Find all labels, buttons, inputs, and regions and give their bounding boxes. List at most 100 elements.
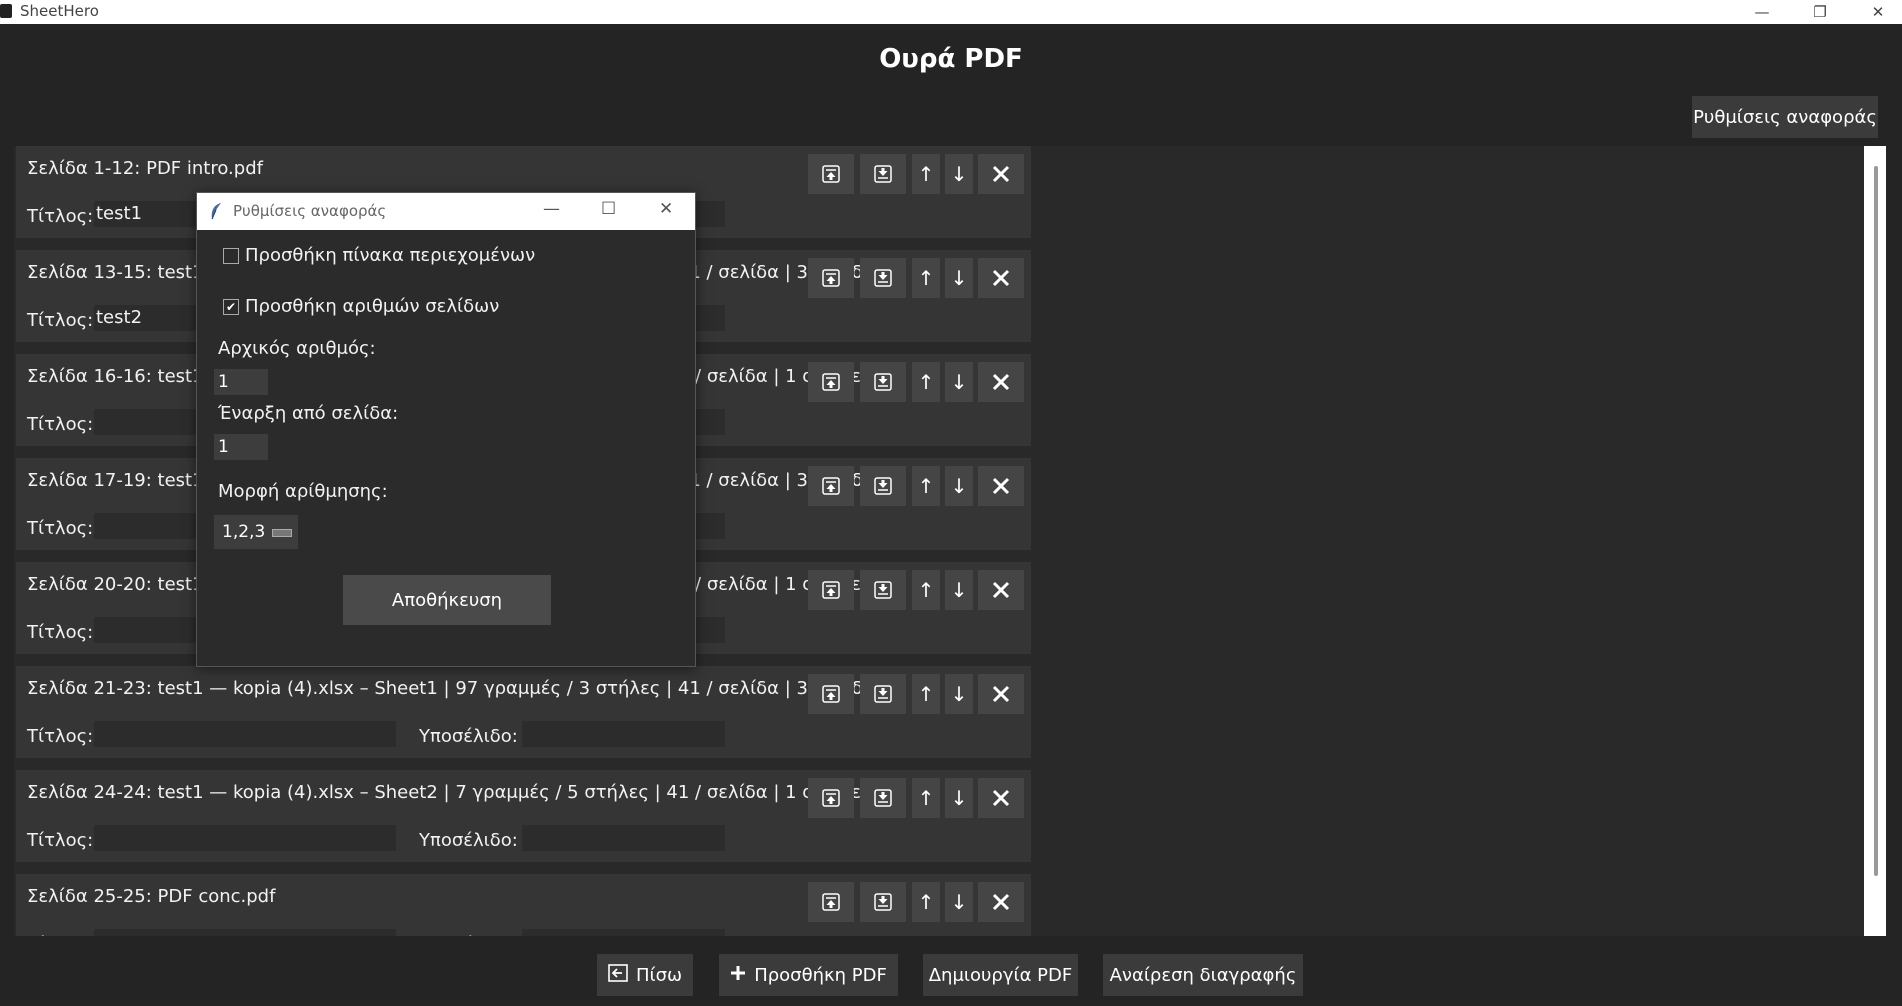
move-to-bottom-icon bbox=[874, 477, 892, 495]
move-to-top-icon bbox=[822, 269, 840, 287]
move-to-top-button[interactable] bbox=[808, 258, 854, 298]
move-up-button[interactable]: ↑ bbox=[912, 674, 940, 714]
subtitle-label: Υποσέλιδο: bbox=[419, 726, 518, 747]
app-icon bbox=[0, 4, 12, 18]
remove-button[interactable] bbox=[978, 466, 1024, 506]
report-settings-button[interactable]: Ρυθμίσεις αναφοράς bbox=[1692, 96, 1878, 138]
add-pdf-label: Προσθήκη PDF bbox=[754, 964, 887, 986]
remove-button[interactable] bbox=[978, 154, 1024, 194]
move-to-bottom-icon bbox=[874, 893, 892, 911]
move-to-top-icon bbox=[822, 373, 840, 391]
move-up-button[interactable]: ↑ bbox=[912, 882, 940, 922]
title-input[interactable] bbox=[94, 721, 396, 747]
move-to-top-icon bbox=[822, 893, 840, 911]
dialog-close-button[interactable]: ✕ bbox=[659, 199, 673, 219]
dropdown-icon bbox=[272, 529, 292, 537]
move-to-bottom-icon bbox=[874, 581, 892, 599]
move-down-button[interactable]: ↓ bbox=[945, 674, 973, 714]
move-to-bottom-button[interactable] bbox=[860, 674, 906, 714]
remove-button[interactable] bbox=[978, 674, 1024, 714]
move-up-button[interactable]: ↑ bbox=[912, 778, 940, 818]
move-to-top-button[interactable] bbox=[808, 466, 854, 506]
toc-checkbox[interactable] bbox=[223, 248, 239, 264]
title-input[interactable] bbox=[94, 929, 396, 936]
feather-icon bbox=[209, 202, 223, 224]
move-to-bottom-button[interactable] bbox=[860, 362, 906, 402]
start-page-input[interactable]: 1 bbox=[214, 434, 268, 460]
move-up-button[interactable]: ↑ bbox=[912, 570, 940, 610]
close-icon bbox=[992, 373, 1010, 391]
title-label: Τίτλος: bbox=[27, 518, 94, 539]
move-to-top-icon bbox=[822, 789, 840, 807]
move-to-top-icon bbox=[822, 685, 840, 703]
remove-button[interactable] bbox=[978, 882, 1024, 922]
back-button[interactable]: Πίσω bbox=[597, 954, 693, 996]
move-up-button[interactable]: ↑ bbox=[912, 466, 940, 506]
title-label: Τίτλος: bbox=[27, 414, 94, 435]
move-up-button[interactable]: ↑ bbox=[912, 362, 940, 402]
move-to-bottom-button[interactable] bbox=[860, 154, 906, 194]
move-down-button[interactable]: ↓ bbox=[945, 570, 973, 610]
page-title: Ουρά PDF bbox=[879, 44, 1023, 74]
move-to-bottom-button[interactable] bbox=[860, 258, 906, 298]
close-icon bbox=[992, 685, 1010, 703]
close-icon bbox=[992, 165, 1010, 183]
move-down-button[interactable]: ↓ bbox=[945, 882, 973, 922]
remove-button[interactable] bbox=[978, 362, 1024, 402]
subtitle-input[interactable] bbox=[522, 825, 725, 851]
move-to-bottom-button[interactable] bbox=[860, 570, 906, 610]
item-description: Σελίδα 25-25: PDF conc.pdf bbox=[27, 886, 276, 907]
move-down-button[interactable]: ↓ bbox=[945, 258, 973, 298]
move-to-top-button[interactable] bbox=[808, 674, 854, 714]
dialog-maximize-button[interactable]: ☐ bbox=[601, 199, 616, 219]
back-arrow-icon bbox=[608, 963, 628, 987]
move-to-bottom-button[interactable] bbox=[860, 466, 906, 506]
numbering-format-label: Μορφή αρίθμησης: bbox=[218, 481, 388, 502]
save-button[interactable]: Αποθήκευση bbox=[343, 575, 551, 625]
numbering-format-select[interactable]: 1,2,3 bbox=[214, 515, 298, 549]
item-description: Σελίδα 21-23: test1 — kopia (4).xlsx – S… bbox=[27, 678, 883, 699]
minimize-button[interactable]: — bbox=[1734, 0, 1790, 24]
page-numbers-label: Προσθήκη αριθμών σελίδων bbox=[245, 296, 500, 317]
remove-button[interactable] bbox=[978, 778, 1024, 818]
move-to-top-icon bbox=[822, 581, 840, 599]
move-up-button[interactable]: ↑ bbox=[912, 154, 940, 194]
maximize-button[interactable]: ❐ bbox=[1792, 0, 1848, 24]
start-page-label: Έναρξη από σελίδα: bbox=[218, 403, 399, 424]
title-label: Τίτλος: bbox=[27, 830, 94, 851]
move-to-bottom-button[interactable] bbox=[860, 778, 906, 818]
move-up-button[interactable]: ↑ bbox=[912, 258, 940, 298]
move-to-top-button[interactable] bbox=[808, 362, 854, 402]
start-number-input[interactable]: 1 bbox=[214, 369, 268, 395]
move-to-bottom-icon bbox=[874, 165, 892, 183]
app-name: SheetHero bbox=[20, 2, 99, 20]
scrollbar-thumb[interactable] bbox=[1874, 166, 1878, 876]
close-button[interactable]: ✕ bbox=[1850, 0, 1902, 24]
page-numbers-checkbox[interactable]: ✔ bbox=[223, 299, 239, 315]
subtitle-input[interactable] bbox=[522, 721, 725, 747]
dialog-title: Ρυθμίσεις αναφοράς bbox=[233, 202, 387, 220]
move-down-button[interactable]: ↓ bbox=[945, 778, 973, 818]
remove-button[interactable] bbox=[978, 570, 1024, 610]
create-pdf-button[interactable]: Δημιουργία PDF bbox=[923, 954, 1078, 996]
move-down-button[interactable]: ↓ bbox=[945, 154, 973, 194]
move-to-top-button[interactable] bbox=[808, 882, 854, 922]
remove-button[interactable] bbox=[978, 258, 1024, 298]
move-to-top-button[interactable] bbox=[808, 154, 854, 194]
close-icon bbox=[992, 477, 1010, 495]
title-input[interactable] bbox=[94, 825, 396, 851]
queue-item: Σελίδα 21-23: test1 — kopia (4).xlsx – S… bbox=[16, 666, 1031, 758]
move-to-bottom-button[interactable] bbox=[860, 882, 906, 922]
move-to-top-button[interactable] bbox=[808, 778, 854, 818]
title-label: Τίτλος: bbox=[27, 622, 94, 643]
add-pdf-button[interactable]: Προσθήκη PDF bbox=[719, 954, 898, 996]
move-down-button[interactable]: ↓ bbox=[945, 466, 973, 506]
undo-delete-button[interactable]: Αναίρεση διαγραφής bbox=[1103, 954, 1303, 996]
move-to-top-button[interactable] bbox=[808, 570, 854, 610]
queue-item: Σελίδα 25-25: PDF conc.pdf Τίτλος: Υποσέ… bbox=[16, 874, 1031, 936]
dialog-minimize-button[interactable]: — bbox=[543, 199, 560, 219]
subtitle-input[interactable] bbox=[522, 929, 725, 936]
move-down-button[interactable]: ↓ bbox=[945, 362, 973, 402]
close-icon bbox=[992, 789, 1010, 807]
move-to-bottom-icon bbox=[874, 269, 892, 287]
